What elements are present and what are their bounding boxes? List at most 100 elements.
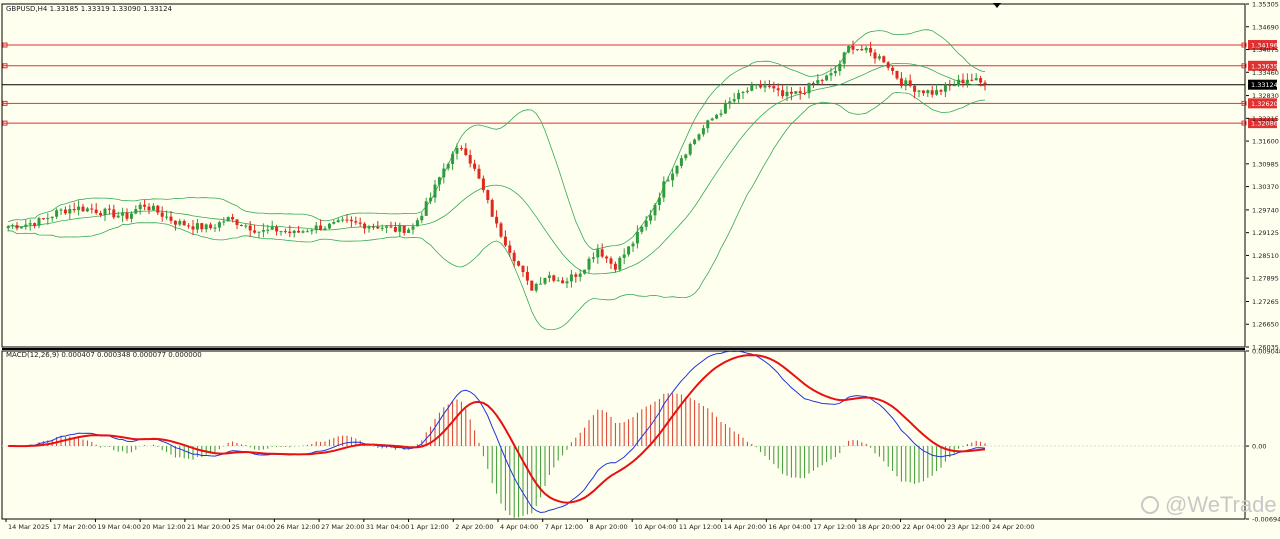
candle-body: [974, 78, 978, 81]
candle-body: [204, 224, 208, 230]
candle-body: [402, 225, 406, 233]
candle-body: [275, 226, 279, 232]
candle-body: [191, 226, 195, 230]
candle-body: [653, 204, 657, 216]
candle-body: [455, 148, 459, 154]
time-tick-label: 19 Mar 04:00: [97, 523, 140, 531]
candle-body: [11, 225, 15, 227]
candle-body: [367, 226, 371, 229]
candle-body: [464, 148, 468, 155]
candle-body: [952, 85, 956, 87]
candle-body: [41, 218, 45, 220]
price-tick-label: 1.31600: [1252, 138, 1279, 146]
level-price-label: 1.32620: [1251, 100, 1278, 108]
price-tick-label: 1.32215: [1252, 115, 1279, 123]
candle-body: [125, 212, 129, 219]
candle-body: [833, 71, 837, 74]
candle-body: [398, 225, 402, 232]
candle-body: [983, 82, 987, 85]
time-tick-label: 1 Apr 12:00: [411, 523, 449, 531]
time-tick-label: 26 Mar 12:00: [276, 523, 319, 531]
price-tick-label: 1.27895: [1252, 275, 1279, 283]
watermark-text: @WeTrade: [1165, 492, 1277, 517]
candle-body: [961, 79, 965, 84]
candle-body: [644, 220, 648, 227]
price-tick-label: 1.28510: [1252, 252, 1279, 260]
time-tick-label: 20 Mar 12:00: [142, 523, 185, 531]
candle-body: [24, 224, 28, 227]
candle-body: [477, 168, 481, 179]
candle-body: [380, 227, 384, 229]
candle-body: [429, 197, 433, 202]
candle-body: [77, 206, 81, 211]
time-tick-label: 25 Mar 04:00: [232, 523, 275, 531]
candle-body: [754, 84, 758, 86]
price-tick-label: 1.30985: [1252, 160, 1279, 168]
candle-body: [160, 212, 164, 217]
candle-body: [156, 205, 160, 213]
candle-body: [935, 90, 939, 95]
time-tick-label: 18 Apr 20:00: [858, 523, 900, 531]
candle-body: [847, 46, 851, 53]
candle-body: [675, 165, 679, 174]
candle-body: [33, 223, 37, 226]
candle-body: [50, 216, 54, 219]
candle-body: [81, 206, 85, 212]
candle-body: [904, 80, 908, 87]
candle-body: [371, 226, 375, 228]
time-tick-label: 14 Apr 20:00: [724, 523, 766, 531]
candle-body: [574, 274, 578, 277]
candle-body: [530, 280, 534, 291]
candle-body: [631, 243, 635, 247]
candle-body: [908, 80, 912, 86]
candle-body: [785, 91, 789, 97]
candle-body: [15, 225, 19, 229]
candle-body: [354, 221, 358, 223]
candle-body: [873, 52, 877, 59]
candle-body: [239, 225, 243, 227]
candle-body: [473, 163, 477, 169]
candle-body: [649, 215, 653, 221]
candle-body: [534, 283, 538, 291]
candle-body: [605, 256, 609, 259]
time-tick-label: 4 Apr 04:00: [500, 523, 538, 531]
candle-body: [297, 230, 301, 233]
candle-body: [151, 205, 155, 211]
candle-body: [200, 223, 204, 230]
candle-body: [59, 209, 63, 211]
candle-body: [891, 67, 895, 71]
candle-body: [869, 47, 873, 53]
candle-body: [679, 158, 683, 166]
candle-body: [143, 204, 147, 207]
candle-body: [543, 277, 547, 284]
candle-body: [319, 225, 323, 231]
candle-body: [112, 209, 116, 218]
candle-body: [816, 80, 820, 84]
candle-body: [851, 46, 855, 50]
candle-body: [182, 220, 186, 226]
candle-body: [939, 90, 943, 92]
candle-body: [187, 225, 191, 227]
candle-body: [877, 56, 881, 59]
candle-body: [855, 49, 859, 51]
candle-body: [165, 216, 169, 218]
chart-svg: 1.341961.336351.326201.320861.33124 1.35…: [1, 1, 1280, 531]
candle-body: [226, 217, 230, 222]
candle-body: [121, 212, 125, 216]
candle-body: [103, 208, 107, 216]
candle-body: [468, 154, 472, 164]
candle-body: [446, 164, 450, 169]
candle-body: [63, 209, 67, 214]
time-tick-label: 31 Mar 04:00: [366, 523, 409, 531]
candle-body: [6, 226, 10, 229]
candle-body: [363, 223, 367, 229]
candle-body: [600, 249, 604, 257]
time-tick-label: 11 Apr 12:00: [679, 523, 721, 531]
candle-body: [569, 274, 573, 282]
candle-body: [310, 230, 314, 232]
candle-body: [618, 257, 622, 270]
candle-body: [332, 222, 336, 224]
time-tick-label: 8 Apr 20:00: [589, 523, 627, 531]
price-tick-label: 1.26650: [1252, 321, 1279, 329]
candle-body: [838, 63, 842, 72]
